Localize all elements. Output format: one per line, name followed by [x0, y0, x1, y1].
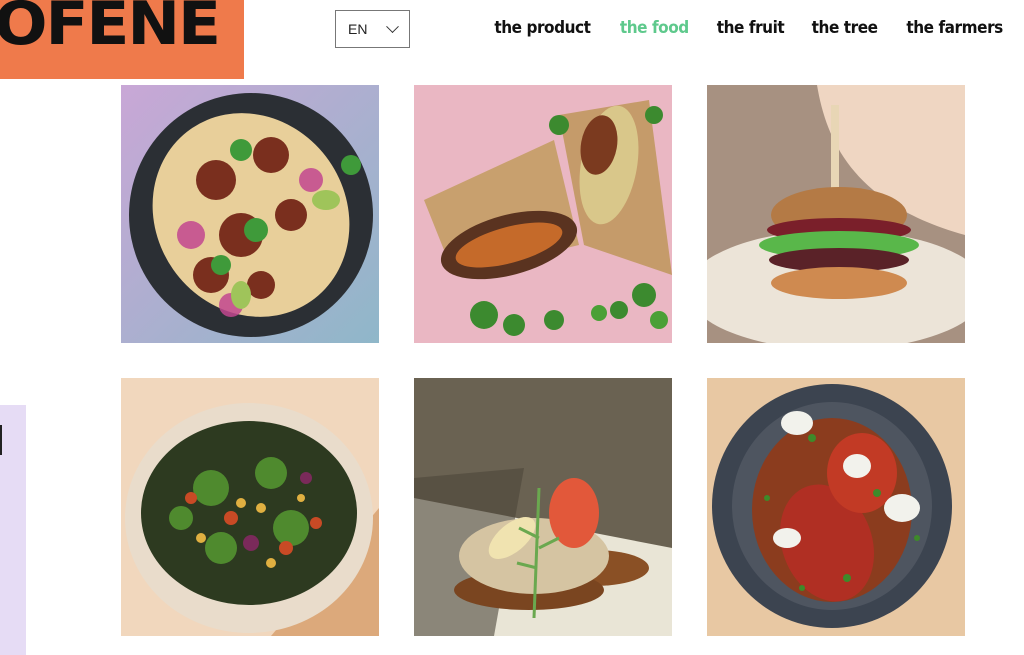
main-nav: the product the food the fruit the tree …: [489, 18, 1008, 38]
nav-item-fruit[interactable]: the fruit: [716, 18, 784, 38]
tacos-image: [121, 85, 379, 343]
salad-bowl-image: [121, 378, 379, 636]
burrito-wrap-image: [414, 85, 672, 343]
gallery-tile-burger[interactable]: [707, 85, 965, 343]
brand-logo[interactable]: OFENE: [0, 0, 244, 79]
stew-bowl-image: [707, 378, 965, 636]
logo-text: OFENE: [0, 0, 221, 59]
nav-item-tree[interactable]: the tree: [811, 18, 877, 38]
open-sandwich-image: [414, 378, 672, 636]
nav-item-farmers[interactable]: the farmers: [906, 18, 1003, 38]
gallery-tile-salad-bowl[interactable]: [121, 378, 379, 636]
side-panel-mark: [0, 425, 3, 465]
language-selected-value: EN: [348, 21, 368, 37]
burger-image: [707, 85, 965, 343]
language-select[interactable]: EN: [335, 10, 410, 48]
nav-item-food[interactable]: the food: [620, 18, 689, 38]
gallery-tile-tacos[interactable]: [121, 85, 379, 343]
gallery-tile-open-sandwich[interactable]: [414, 378, 672, 636]
side-panel: [0, 405, 26, 655]
gallery-tile-burrito-wrap[interactable]: [414, 85, 672, 343]
chevron-down-icon: [386, 19, 399, 33]
nav-item-product[interactable]: the product: [494, 18, 591, 38]
gallery-tile-stew-bowl[interactable]: [707, 378, 965, 636]
